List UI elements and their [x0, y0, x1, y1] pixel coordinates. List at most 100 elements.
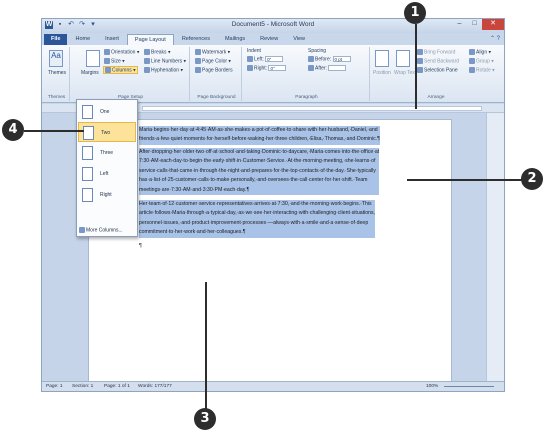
send-backward-label: Send Backward	[424, 58, 460, 65]
bring-forward-button[interactable]: Bring Forward	[417, 49, 455, 55]
page-color-button[interactable]: Page Color ▾	[195, 58, 231, 64]
paragraph-4[interactable]: ¶	[139, 242, 142, 251]
document-page[interactable]: Maria·begins·her·day·at·4:45·AM·as·she·m…	[88, 119, 452, 387]
bring-forward-icon	[417, 49, 423, 55]
tab-mailings[interactable]: Mailings	[218, 34, 252, 45]
wrap-text-icon[interactable]	[396, 50, 410, 67]
text-line: personnel·issues,·and·product·improvemen…	[139, 218, 376, 229]
more-columns-item[interactable]: More Columns...	[79, 227, 123, 233]
breaks-label: Breaks ▾	[151, 49, 171, 56]
one-column-icon	[82, 105, 93, 119]
tab-view[interactable]: View	[286, 34, 312, 45]
themes-button[interactable]: Themes	[48, 70, 66, 76]
status-words[interactable]: Words: 177/177	[138, 384, 172, 389]
page-background-group: Watermark ▾ Page Color ▾ Page Borders Pa…	[192, 47, 242, 101]
ribbon-tabs: File Home Insert Page Layout References …	[42, 33, 504, 45]
ruler-scale	[142, 106, 482, 111]
breaks-button[interactable]: Breaks ▾	[144, 49, 170, 55]
text-line: 7:30·AM·each·day·to·begin·the·early·shif…	[139, 157, 380, 167]
size-label: Size ▾	[111, 58, 125, 65]
page-color-icon	[195, 58, 201, 64]
tab-insert[interactable]: Insert	[98, 34, 126, 45]
indent-left-input[interactable]: 0"	[265, 56, 284, 62]
hyphenation-button[interactable]: Hyphenation ▾	[144, 67, 183, 73]
watermark-button[interactable]: Watermark ▾	[195, 49, 230, 55]
tab-file[interactable]: File	[44, 34, 68, 45]
maximize-icon[interactable]: □	[467, 19, 482, 30]
right-column-icon	[82, 188, 93, 202]
send-backward-button[interactable]: Send Backward	[417, 58, 459, 64]
selection-pane-label: Selection Pane	[424, 67, 458, 74]
status-bar: Page: 1 Section: 1 Page: 1 of 1 Words: 1…	[42, 381, 504, 391]
close-icon[interactable]: ✕	[482, 19, 504, 30]
tab-review[interactable]: Review	[253, 34, 285, 45]
paragraph-group: Indent Left: 0" Right: 0" Spacing Before…	[244, 47, 370, 101]
position-button[interactable]: Position	[373, 70, 391, 76]
margins-button[interactable]: Margins	[81, 70, 99, 76]
columns-option-left[interactable]: Left	[78, 164, 136, 184]
hyphenation-label: Hyphenation ▾	[151, 67, 183, 74]
hyphenation-icon	[144, 67, 150, 73]
selection-pane-button[interactable]: Selection Pane	[417, 67, 458, 73]
line-numbers-button[interactable]: Line Numbers ▾	[144, 58, 186, 64]
text-line: article·follows·Maria·through·a·typical·…	[139, 209, 376, 219]
left-column-icon	[82, 167, 93, 181]
tab-references[interactable]: References	[175, 34, 217, 45]
spacing-before-input[interactable]: 0 pt	[332, 56, 351, 62]
status-page-of[interactable]: Page: 1 of 1	[104, 384, 130, 389]
indent-left-icon	[247, 56, 253, 62]
rotate-button[interactable]: Rotate ▾	[469, 67, 495, 73]
watermark-icon	[195, 49, 201, 55]
page-borders-label: Page Borders	[202, 67, 233, 74]
indent-heading: Indent	[247, 48, 261, 54]
bring-forward-label: Bring Forward	[424, 49, 456, 56]
tab-home[interactable]: Home	[68, 34, 97, 45]
group-label: Group ▾	[476, 58, 494, 65]
columns-option-three[interactable]: Three	[78, 143, 136, 163]
zoom-slider[interactable]	[444, 386, 494, 387]
paragraph-1[interactable]: Maria·begins·her·day·at·4:45·AM·as·she·m…	[139, 126, 380, 145]
spacing-after-input[interactable]	[328, 65, 347, 71]
text-line: friends·a·few·quiet·moments·for·herself·…	[139, 135, 380, 145]
zoom-level[interactable]: 100%	[426, 384, 438, 389]
line-numbers-label: Line Numbers ▾	[151, 58, 187, 65]
size-button[interactable]: Size ▾	[104, 58, 125, 64]
spacing-heading: Spacing	[308, 48, 327, 54]
page-borders-button[interactable]: Page Borders	[195, 67, 233, 73]
group-button[interactable]: Group ▾	[469, 58, 494, 64]
orientation-button[interactable]: Orientation ▾	[104, 49, 139, 55]
callout-4: 4	[2, 119, 24, 141]
columns-option-two[interactable]: Two	[78, 122, 136, 142]
indent-right-input[interactable]: 0"	[268, 65, 287, 71]
columns-option-right[interactable]: Right	[78, 185, 136, 205]
watermark-label: Watermark ▾	[202, 49, 231, 56]
text-line: service·calls·that·came·in·through·the·n…	[139, 166, 380, 177]
columns-option-one[interactable]: One	[78, 102, 136, 122]
selection-pane-icon	[417, 67, 423, 73]
page-color-label: Page Color ▾	[202, 58, 231, 65]
paragraph-3[interactable]: Her·team·of·12·customer·service·represen…	[139, 200, 376, 238]
line-numbers-icon	[144, 58, 150, 64]
callout-3-leader	[205, 282, 207, 412]
margins-icon[interactable]	[86, 50, 100, 67]
help-icon[interactable]: ⌃ ?	[490, 35, 500, 42]
wrap-text-button[interactable]: Wrap Text	[394, 70, 416, 76]
tab-page-layout[interactable]: Page Layout	[126, 34, 174, 45]
themes-icon[interactable]: Aa	[49, 50, 63, 67]
themes-group-label: Themes	[47, 95, 66, 100]
spacing-before-icon	[308, 56, 314, 62]
text-line: has·a·list·of·25·customer·calls·to·make·…	[139, 176, 380, 186]
spacing-after: After:	[308, 65, 347, 71]
title-bar: W ▪ ↶ ↷ ▾ Document5 - Microsoft Word – □…	[42, 19, 504, 33]
align-button[interactable]: Align ▾	[469, 49, 491, 55]
vertical-scrollbar[interactable]	[486, 113, 504, 383]
columns-button[interactable]: Columns ▾	[103, 66, 138, 75]
spacing-after-icon	[308, 65, 314, 71]
paragraph-2[interactable]: After·dropping·her·older·two·off·at·scho…	[139, 148, 380, 196]
position-icon[interactable]	[375, 50, 389, 67]
columns-option-label: Three	[100, 150, 114, 156]
minimize-icon[interactable]: –	[452, 19, 467, 30]
status-page[interactable]: Page: 1	[46, 384, 63, 389]
status-section[interactable]: Section: 1	[72, 384, 93, 389]
paragraph-group-label: Paragraph	[295, 95, 318, 100]
